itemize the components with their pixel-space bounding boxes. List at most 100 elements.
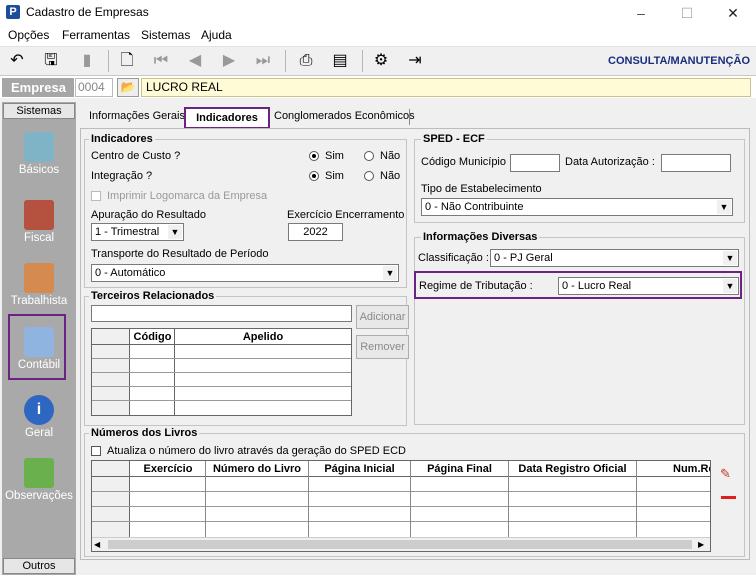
- select-value: 0 - Automático: [95, 267, 166, 279]
- fiscal-icon: [24, 200, 54, 230]
- atualiza-livro-checkbox[interactable]: [91, 446, 101, 456]
- transporte-select[interactable]: 0 - Automático ▼: [91, 264, 399, 282]
- centro-custo-label: Centro de Custo ?: [91, 150, 181, 162]
- sidebar-item-basicos[interactable]: Básicos: [4, 132, 74, 176]
- empresa-label: Empresa: [2, 78, 74, 97]
- sidebar-item-fiscal[interactable]: Fiscal: [4, 200, 74, 244]
- sidebar-item-label: Básicos: [18, 164, 60, 176]
- livros-title: Números dos Livros: [89, 427, 200, 439]
- header-divider: [92, 344, 351, 345]
- menu-ferramentas[interactable]: Ferramentas: [62, 28, 130, 42]
- empresa-code-field[interactable]: 0004: [75, 78, 113, 97]
- chevron-down-icon: ▼: [723, 279, 737, 293]
- centro-custo-nao-radio[interactable]: [364, 151, 374, 161]
- remove-row-icon[interactable]: [721, 496, 736, 499]
- print-icon[interactable]: ⎙: [295, 50, 317, 72]
- diversas-title: Informações Diversas: [421, 231, 540, 243]
- chevron-down-icon: ▼: [383, 266, 397, 280]
- tipo-estabelecimento-label: Tipo de Estabelecimento: [421, 183, 542, 195]
- tab-conglomerados[interactable]: Conglomerados Econômicos: [274, 110, 415, 122]
- sidebar-footer[interactable]: Outros: [3, 558, 75, 574]
- adicionar-button[interactable]: Adicionar: [356, 305, 409, 329]
- data-autorizacao-input[interactable]: [661, 154, 731, 172]
- centro-custo-sim-radio[interactable]: [309, 151, 319, 161]
- menu-sistemas[interactable]: Sistemas: [141, 28, 190, 42]
- column-header-numero-livro[interactable]: Número do Livro: [206, 462, 308, 476]
- tipo-estabelecimento-select[interactable]: 0 - Não Contribuinte ▼: [421, 198, 733, 216]
- exercicio-label: Exercício Encerramento: [287, 209, 405, 221]
- row-divider: [92, 521, 710, 522]
- basicos-icon: [24, 132, 54, 162]
- codigo-municipio-input[interactable]: [510, 154, 560, 172]
- close-button[interactable]: ✕: [710, 0, 756, 26]
- mode-label: CONSULTA/MANUTENÇÃO: [608, 55, 750, 67]
- radio-label: Não: [380, 150, 401, 162]
- folder-open-icon[interactable]: 📂: [117, 78, 139, 97]
- sidebar-item-trabalhista[interactable]: Trabalhista: [4, 263, 74, 307]
- select-value: 1 - Trimestral: [95, 226, 160, 238]
- sidebar-item-geral[interactable]: i Geral: [4, 395, 74, 439]
- edit-pencil-icon[interactable]: ✎: [720, 466, 736, 482]
- horizontal-scrollbar[interactable]: ◀ ▶: [92, 537, 710, 551]
- tab-informacoes-gerais[interactable]: Informações Gerais: [89, 110, 185, 122]
- column-header-num-registro[interactable]: Num.Re: [637, 462, 710, 476]
- maximize-button[interactable]: ☐: [664, 0, 710, 26]
- tab-indicadores[interactable]: Indicadores: [184, 107, 270, 129]
- column-header-codigo[interactable]: Código: [131, 330, 174, 344]
- row-divider: [92, 386, 351, 387]
- save-icon[interactable]: 🖫: [40, 50, 62, 72]
- integracao-nao-radio[interactable]: [364, 171, 374, 181]
- remover-button[interactable]: Remover: [356, 335, 409, 359]
- bookmark-icon[interactable]: ▮: [76, 50, 98, 72]
- row-indicator-column: [92, 461, 130, 537]
- livros-grid[interactable]: Exercício Número do Livro Página Inicial…: [91, 460, 711, 552]
- scroll-left-icon[interactable]: ◀: [94, 539, 104, 550]
- exit-icon[interactable]: ⇥: [404, 50, 426, 72]
- column-header-pagina-final[interactable]: Página Final: [411, 462, 508, 476]
- chevron-down-icon: ▼: [168, 225, 182, 239]
- prev-icon[interactable]: ◀: [184, 50, 206, 72]
- imprimir-logo-checkbox[interactable]: [91, 191, 101, 201]
- menu-ajuda[interactable]: Ajuda: [201, 28, 232, 42]
- select-value: 0 - Não Contribuinte: [425, 201, 524, 213]
- imprimir-logo-label: Imprimir Logomarca da Empresa: [107, 190, 268, 202]
- radio-label: Sim: [325, 150, 344, 162]
- scrollbar-thumb[interactable]: [108, 540, 692, 549]
- settings-icon[interactable]: ⚙: [370, 50, 392, 72]
- classificacao-select[interactable]: 0 - PJ Geral ▼: [490, 249, 739, 267]
- apuracao-select[interactable]: 1 - Trimestral ▼: [91, 223, 184, 241]
- preview-icon[interactable]: 🗋: [116, 50, 138, 72]
- empresa-name-field[interactable]: LUCRO REAL: [141, 78, 751, 97]
- terceiros-title: Terceiros Relacionados: [89, 290, 217, 302]
- integracao-sim-radio[interactable]: [309, 171, 319, 181]
- select-value: 0 - Lucro Real: [562, 280, 632, 292]
- select-value: 0 - PJ Geral: [494, 252, 553, 264]
- sidebar-header[interactable]: Sistemas: [3, 103, 75, 119]
- scroll-right-icon[interactable]: ▶: [698, 539, 708, 550]
- next-icon[interactable]: ▶: [218, 50, 240, 72]
- row-divider: [92, 400, 351, 401]
- regime-select[interactable]: 0 - Lucro Real ▼: [558, 277, 739, 295]
- column-header-data-registro[interactable]: Data Registro Oficial: [509, 462, 636, 476]
- first-icon[interactable]: ⏮: [150, 50, 172, 72]
- column-header-exercicio[interactable]: Exercício: [131, 462, 205, 476]
- last-icon[interactable]: ⏭: [252, 50, 274, 72]
- regime-label: Regime de Tributação :: [419, 280, 533, 292]
- terceiros-search-input[interactable]: [91, 305, 352, 322]
- menu-opcoes[interactable]: Opções: [8, 28, 49, 42]
- column-header-apelido[interactable]: Apelido: [175, 330, 351, 344]
- sidebar-item-contabil[interactable]: Contábil: [4, 327, 74, 371]
- column-header-pagina-inicial[interactable]: Página Inicial: [309, 462, 410, 476]
- sidebar-item-observacoes[interactable]: Observações: [4, 458, 74, 502]
- codigo-municipio-label: Código Município :: [421, 156, 513, 168]
- app-icon: P: [6, 5, 20, 19]
- info-icon: i: [24, 395, 54, 425]
- exercicio-input[interactable]: 2022: [288, 223, 343, 241]
- toolbar-separator: [285, 50, 286, 72]
- sidebar-item-label: Trabalhista: [10, 295, 68, 307]
- row-divider: [92, 491, 710, 492]
- minimize-button[interactable]: –: [618, 0, 664, 26]
- undo-icon[interactable]: ↶: [6, 50, 28, 72]
- report-icon[interactable]: ▤: [329, 50, 351, 72]
- terceiros-grid[interactable]: Código Apelido: [91, 328, 352, 416]
